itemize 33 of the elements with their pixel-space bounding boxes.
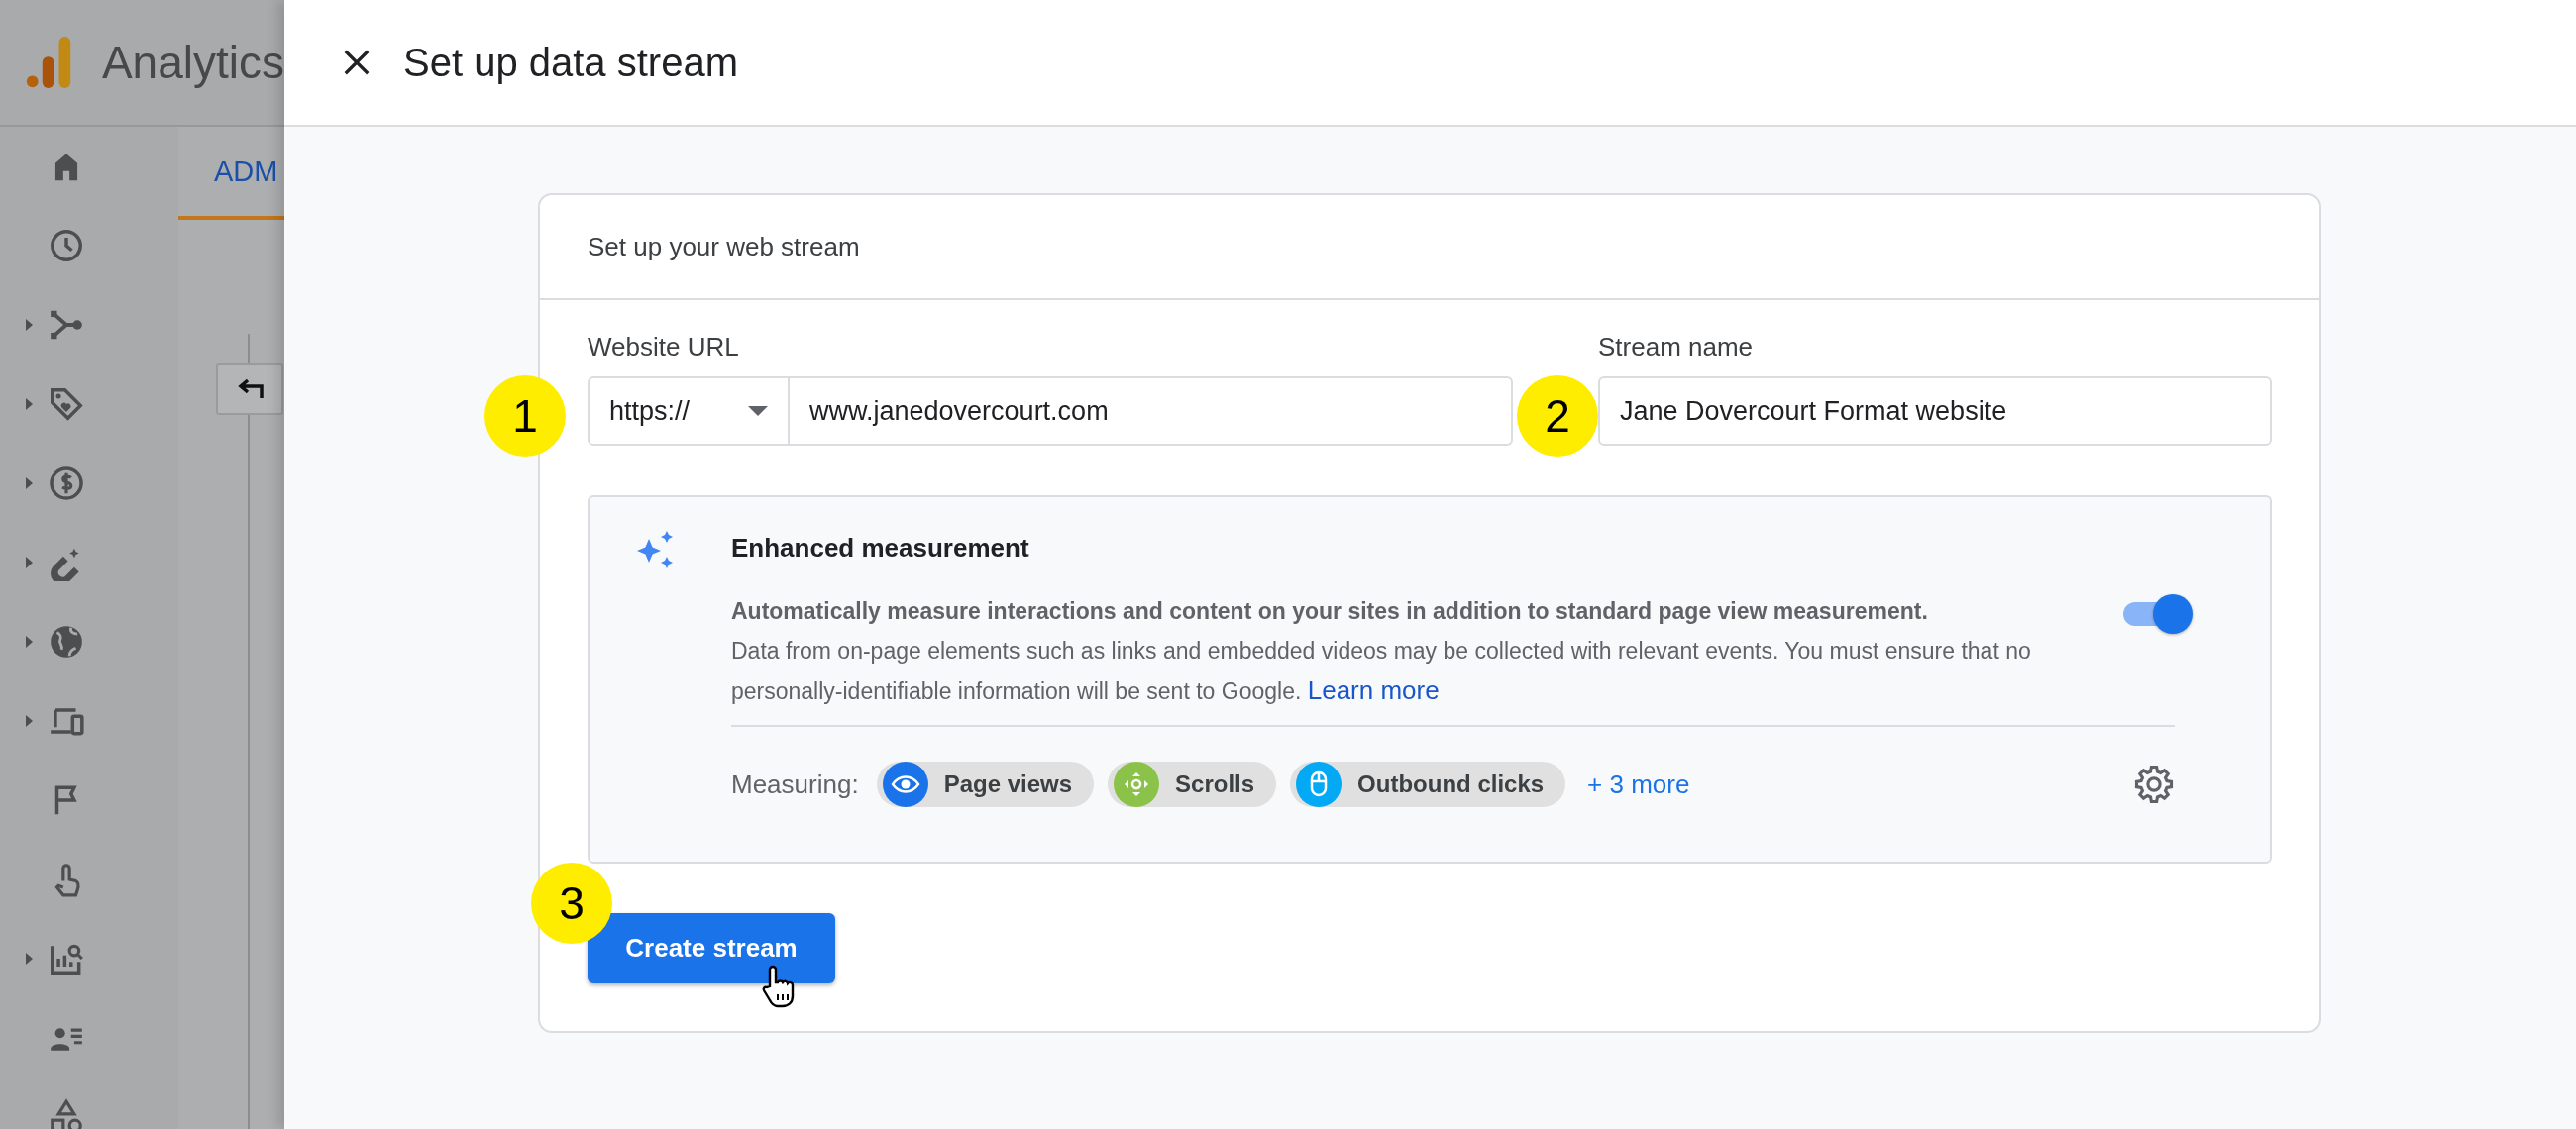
summary-text: Automatically measure interactions and content on your sites in addition to standard page view measurement. [731, 597, 1929, 626]
url-field[interactable]: www.janedovercourt.com [790, 376, 1513, 446]
create-stream-button[interactable]: Create stream [588, 913, 835, 983]
learn-more-link[interactable]: Learn more [1307, 675, 1440, 705]
globe-icon[interactable] [48, 623, 85, 661]
tag-icon[interactable] [48, 385, 85, 423]
dollar-icon[interactable] [48, 464, 85, 502]
more-link[interactable]: + 3 more [1587, 769, 1690, 800]
measurement-chip[interactable]: Outbound clicks [1290, 762, 1566, 807]
card-title: Set up your web stream [588, 231, 860, 262]
app-title: Analytics [101, 36, 284, 89]
step-marker: 1 [484, 375, 566, 457]
toggle-switch[interactable] [2123, 593, 2193, 633]
description-text: Data from on-page elements such as links and embedded videos may be collected with relevant events. You must ensure that no personally-identifiable information will be sent to Google. Learn more [731, 637, 2032, 707]
close-icon[interactable] [342, 48, 372, 77]
pointer-cursor-icon [760, 965, 796, 1008]
stream-name-field[interactable]: Jane Dovercourt Format website [1598, 376, 2272, 446]
panel-title: Set up data stream [403, 40, 738, 85]
clock-icon[interactable] [48, 227, 85, 264]
measurement-chip[interactable]: Page views [876, 762, 1095, 807]
settings-icon[interactable] [2133, 764, 2175, 805]
back-button[interactable] [216, 363, 283, 415]
measuring-label: Measuring: [731, 769, 859, 800]
step-marker: 3 [531, 863, 612, 944]
field-label: Stream name [1598, 332, 1755, 362]
shapes-icon[interactable] [48, 1098, 85, 1129]
section-title: Enhanced measurement [731, 533, 1030, 564]
field-label: Website URL [588, 332, 740, 362]
dropdown-arrow-icon [748, 406, 768, 416]
measurement-chip[interactable]: Scrolls [1108, 762, 1277, 807]
protocol-dropdown[interactable]: https:// [588, 376, 790, 446]
step-marker: 2 [1517, 375, 1598, 457]
arrow-icon [236, 378, 264, 400]
